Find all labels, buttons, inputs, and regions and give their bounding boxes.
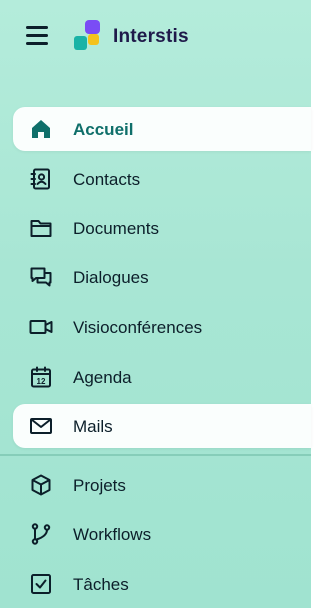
folder-icon <box>29 216 53 240</box>
nav-item-label: Documents <box>73 219 159 238</box>
nav-item-workflows[interactable]: Workflows <box>13 512 311 556</box>
sidebar: Interstis Accueil Contacts Documents Dia… <box>0 0 311 608</box>
nav-item-documents[interactable]: Documents <box>13 206 311 250</box>
chat-bubbles-icon <box>29 265 53 289</box>
nav-item-label: Agenda <box>73 368 132 387</box>
nav-item-agenda[interactable]: 12 Agenda <box>13 355 311 399</box>
nav-item-dialogues[interactable]: Dialogues <box>13 255 311 299</box>
nav-item-label: Mails <box>73 417 113 436</box>
sidebar-header: Interstis <box>0 0 311 76</box>
hamburger-menu-icon[interactable] <box>26 26 48 46</box>
mail-envelope-icon <box>29 414 53 438</box>
video-camera-icon <box>29 315 53 339</box>
nav-item-mails[interactable]: Mails <box>13 404 311 448</box>
section-divider <box>0 454 311 456</box>
cube-icon <box>29 473 53 497</box>
nav-item-label: Accueil <box>73 120 134 139</box>
nav-item-projets[interactable]: Projets <box>13 463 311 507</box>
app-name: Interstis <box>113 26 189 47</box>
nav-item-label: Projets <box>73 476 126 495</box>
nav-item-label: Visioconférences <box>73 318 203 337</box>
calendar-icon: 12 <box>29 365 53 389</box>
nav-item-contacts[interactable]: Contacts <box>13 157 311 201</box>
contacts-book-icon <box>29 167 53 191</box>
nav-item-label: Workflows <box>73 525 152 544</box>
svg-text:12: 12 <box>37 377 46 386</box>
home-icon <box>29 117 53 141</box>
git-branch-icon <box>29 522 53 546</box>
nav-item-label: Dialogues <box>73 268 149 287</box>
nav-item-visioconferences[interactable]: Visioconférences <box>13 305 311 349</box>
nav-item-label: Tâches <box>73 575 129 594</box>
app-logo-icon <box>72 20 104 52</box>
nav-item-accueil[interactable]: Accueil <box>13 107 311 151</box>
nav-item-taches[interactable]: Tâches <box>13 562 311 606</box>
checkbox-icon <box>29 572 53 596</box>
nav-item-label: Contacts <box>73 170 141 189</box>
